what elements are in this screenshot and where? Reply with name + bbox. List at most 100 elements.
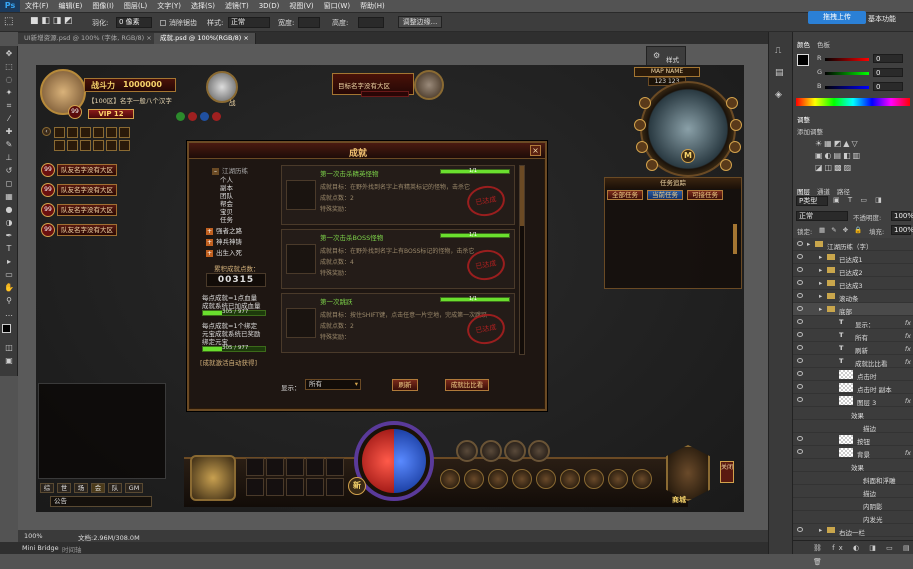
target-avatar[interactable] bbox=[414, 70, 444, 100]
nav-icon[interactable] bbox=[584, 469, 604, 489]
chat-tab[interactable]: 世 bbox=[57, 483, 71, 493]
quest-tab-current[interactable]: 当前任务 bbox=[647, 190, 683, 200]
layer-row[interactable]: ▸ 已达成2 bbox=[793, 264, 913, 277]
layer-row[interactable]: 背景 fx bbox=[793, 446, 913, 459]
buff-slot[interactable] bbox=[93, 140, 104, 151]
achievement-entry[interactable]: 第一次击杀BOSS怪物 1/1 成就目标：在野外找到名字上有BOSS标记的怪物，… bbox=[281, 229, 515, 289]
buff-slot[interactable] bbox=[119, 127, 130, 138]
buff-slot[interactable] bbox=[80, 127, 91, 138]
party-member[interactable]: 99 队友名字没有大区 bbox=[41, 163, 119, 177]
expand-arrow-icon[interactable]: ▸ bbox=[819, 266, 822, 274]
3d-icon[interactable]: ◈ bbox=[775, 90, 782, 100]
layer-row[interactable]: ▸ 底部 bbox=[793, 303, 913, 316]
eraser-icon[interactable]: ◻ bbox=[2, 179, 16, 189]
visibility-eye-icon[interactable] bbox=[797, 449, 803, 454]
anti-alias-checkbox[interactable] bbox=[160, 20, 166, 26]
tab-paths[interactable]: 路径 bbox=[837, 186, 850, 196]
move-tool-icon[interactable]: ✥ bbox=[2, 49, 16, 59]
new-button[interactable]: 新 bbox=[348, 477, 366, 495]
expand-arrow-icon[interactable]: ▸ bbox=[819, 292, 822, 300]
map-button-icon[interactable] bbox=[636, 141, 648, 153]
magic-wand-icon[interactable]: ✦ bbox=[2, 88, 16, 98]
styles-label[interactable]: 样式 bbox=[666, 54, 679, 64]
layer-row[interactable]: T 所有 fx bbox=[793, 329, 913, 342]
hotkey-slot[interactable] bbox=[246, 458, 264, 476]
stamp-tool-icon[interactable]: ⊥ bbox=[2, 153, 16, 163]
nav-icon[interactable] bbox=[560, 469, 580, 489]
selection-mode-icons[interactable]: ■ ◧ ◨ ◩ bbox=[30, 16, 73, 26]
layer-fx-icon[interactable]: fx bbox=[905, 345, 911, 353]
buff-slot[interactable] bbox=[119, 140, 130, 151]
nav-icon[interactable] bbox=[512, 469, 532, 489]
tab-mini-bridge[interactable]: Mini Bridge bbox=[22, 544, 59, 552]
nav-icon[interactable] bbox=[464, 469, 484, 489]
brush-tool-icon[interactable]: ✎ bbox=[2, 140, 16, 150]
chat-tab[interactable]: GM bbox=[125, 483, 143, 493]
tab-layers[interactable]: 图层 bbox=[797, 186, 810, 196]
menu-image[interactable]: 图像(I) bbox=[87, 1, 119, 11]
map-button-icon[interactable] bbox=[639, 97, 651, 109]
hand-tool-icon[interactable]: ✋ bbox=[2, 283, 16, 293]
width-input[interactable] bbox=[298, 17, 320, 28]
menu-select[interactable]: 选择(S) bbox=[186, 1, 220, 11]
buff-slot[interactable] bbox=[93, 127, 104, 138]
layer-row[interactable]: ▸ 已达成3 bbox=[793, 277, 913, 290]
hotkey-slot[interactable] bbox=[266, 478, 284, 496]
map-button-icon[interactable] bbox=[729, 141, 741, 153]
visibility-eye-icon[interactable] bbox=[797, 267, 803, 272]
layer-row[interactable]: 点击时 副本 bbox=[793, 381, 913, 394]
menu-filter[interactable]: 滤镜(T) bbox=[220, 1, 254, 11]
style-select[interactable]: 正常 bbox=[228, 17, 270, 28]
nav-icon[interactable] bbox=[536, 469, 556, 489]
menu-layer[interactable]: 图层(L) bbox=[119, 1, 152, 11]
scroll-thumb[interactable] bbox=[520, 166, 524, 226]
screen-mode-icon[interactable]: ▣ bbox=[2, 356, 16, 366]
eyedropper-icon[interactable]: ⁄ bbox=[2, 114, 16, 124]
expand-arrow-icon[interactable]: ▸ bbox=[819, 279, 822, 287]
close-icon[interactable]: × bbox=[530, 145, 541, 156]
map-button-icon[interactable] bbox=[730, 119, 742, 131]
map-button-icon[interactable] bbox=[720, 159, 732, 171]
party-member[interactable]: 99 队友名字没有大区 bbox=[41, 203, 119, 217]
party-member[interactable]: 99 队友名字没有大区 bbox=[41, 183, 119, 197]
visibility-eye-icon[interactable] bbox=[797, 371, 803, 376]
feather-input[interactable]: 0 像素 bbox=[116, 17, 152, 28]
visibility-eye-icon[interactable] bbox=[797, 384, 803, 389]
chat-window[interactable] bbox=[38, 383, 166, 479]
foreground-color-swatch[interactable] bbox=[2, 324, 11, 333]
layer-fx-icon[interactable]: fx bbox=[905, 332, 911, 340]
bag-icon[interactable] bbox=[190, 455, 236, 501]
layer-row[interactable]: ▸ 滚动条 bbox=[793, 290, 913, 303]
refresh-button[interactable]: 刷新 bbox=[392, 379, 418, 391]
buff-slot[interactable] bbox=[54, 127, 65, 138]
layer-row[interactable]: 效果 bbox=[793, 407, 913, 420]
visibility-eye-icon[interactable] bbox=[797, 306, 803, 311]
visibility-eye-icon[interactable] bbox=[797, 254, 803, 259]
nav-icon[interactable] bbox=[632, 469, 652, 489]
layer-row[interactable]: ▸ 江湖历练（字） bbox=[793, 238, 913, 251]
history-brush-icon[interactable]: ↺ bbox=[2, 166, 16, 176]
layer-row[interactable]: 图层 3 fx bbox=[793, 394, 913, 407]
visibility-eye-icon[interactable] bbox=[797, 358, 803, 363]
expand-arrow-icon[interactable]: ▸ bbox=[819, 253, 822, 261]
shop-label[interactable]: 商城 bbox=[672, 495, 686, 505]
dodge-icon[interactable]: ◑ bbox=[2, 218, 16, 228]
hotkey-slot[interactable] bbox=[326, 478, 344, 496]
layer-fx-icon[interactable]: fx bbox=[905, 358, 911, 366]
menu-edit[interactable]: 编辑(E) bbox=[54, 1, 88, 11]
healing-brush-icon[interactable]: ✚ bbox=[2, 127, 16, 137]
map-button-icon[interactable] bbox=[726, 97, 738, 109]
hotkey-slot[interactable] bbox=[306, 458, 324, 476]
visibility-eye-icon[interactable] bbox=[797, 527, 803, 532]
layer-row[interactable]: 效果 bbox=[793, 459, 913, 472]
g-slider[interactable] bbox=[825, 72, 869, 75]
skill-icon[interactable] bbox=[456, 440, 478, 462]
pet-skill-icon[interactable] bbox=[200, 112, 209, 121]
expand-arrow-icon[interactable]: ▸ bbox=[819, 526, 822, 534]
pet-skill-icon[interactable] bbox=[176, 112, 185, 121]
tab-adjustments[interactable]: 调整 bbox=[797, 114, 810, 124]
buff-slot[interactable] bbox=[67, 140, 78, 151]
layer-row[interactable]: T 成就比比看 fx bbox=[793, 355, 913, 368]
vip-badge[interactable]: VIP 12 bbox=[88, 109, 134, 119]
visibility-eye-icon[interactable] bbox=[797, 241, 803, 246]
